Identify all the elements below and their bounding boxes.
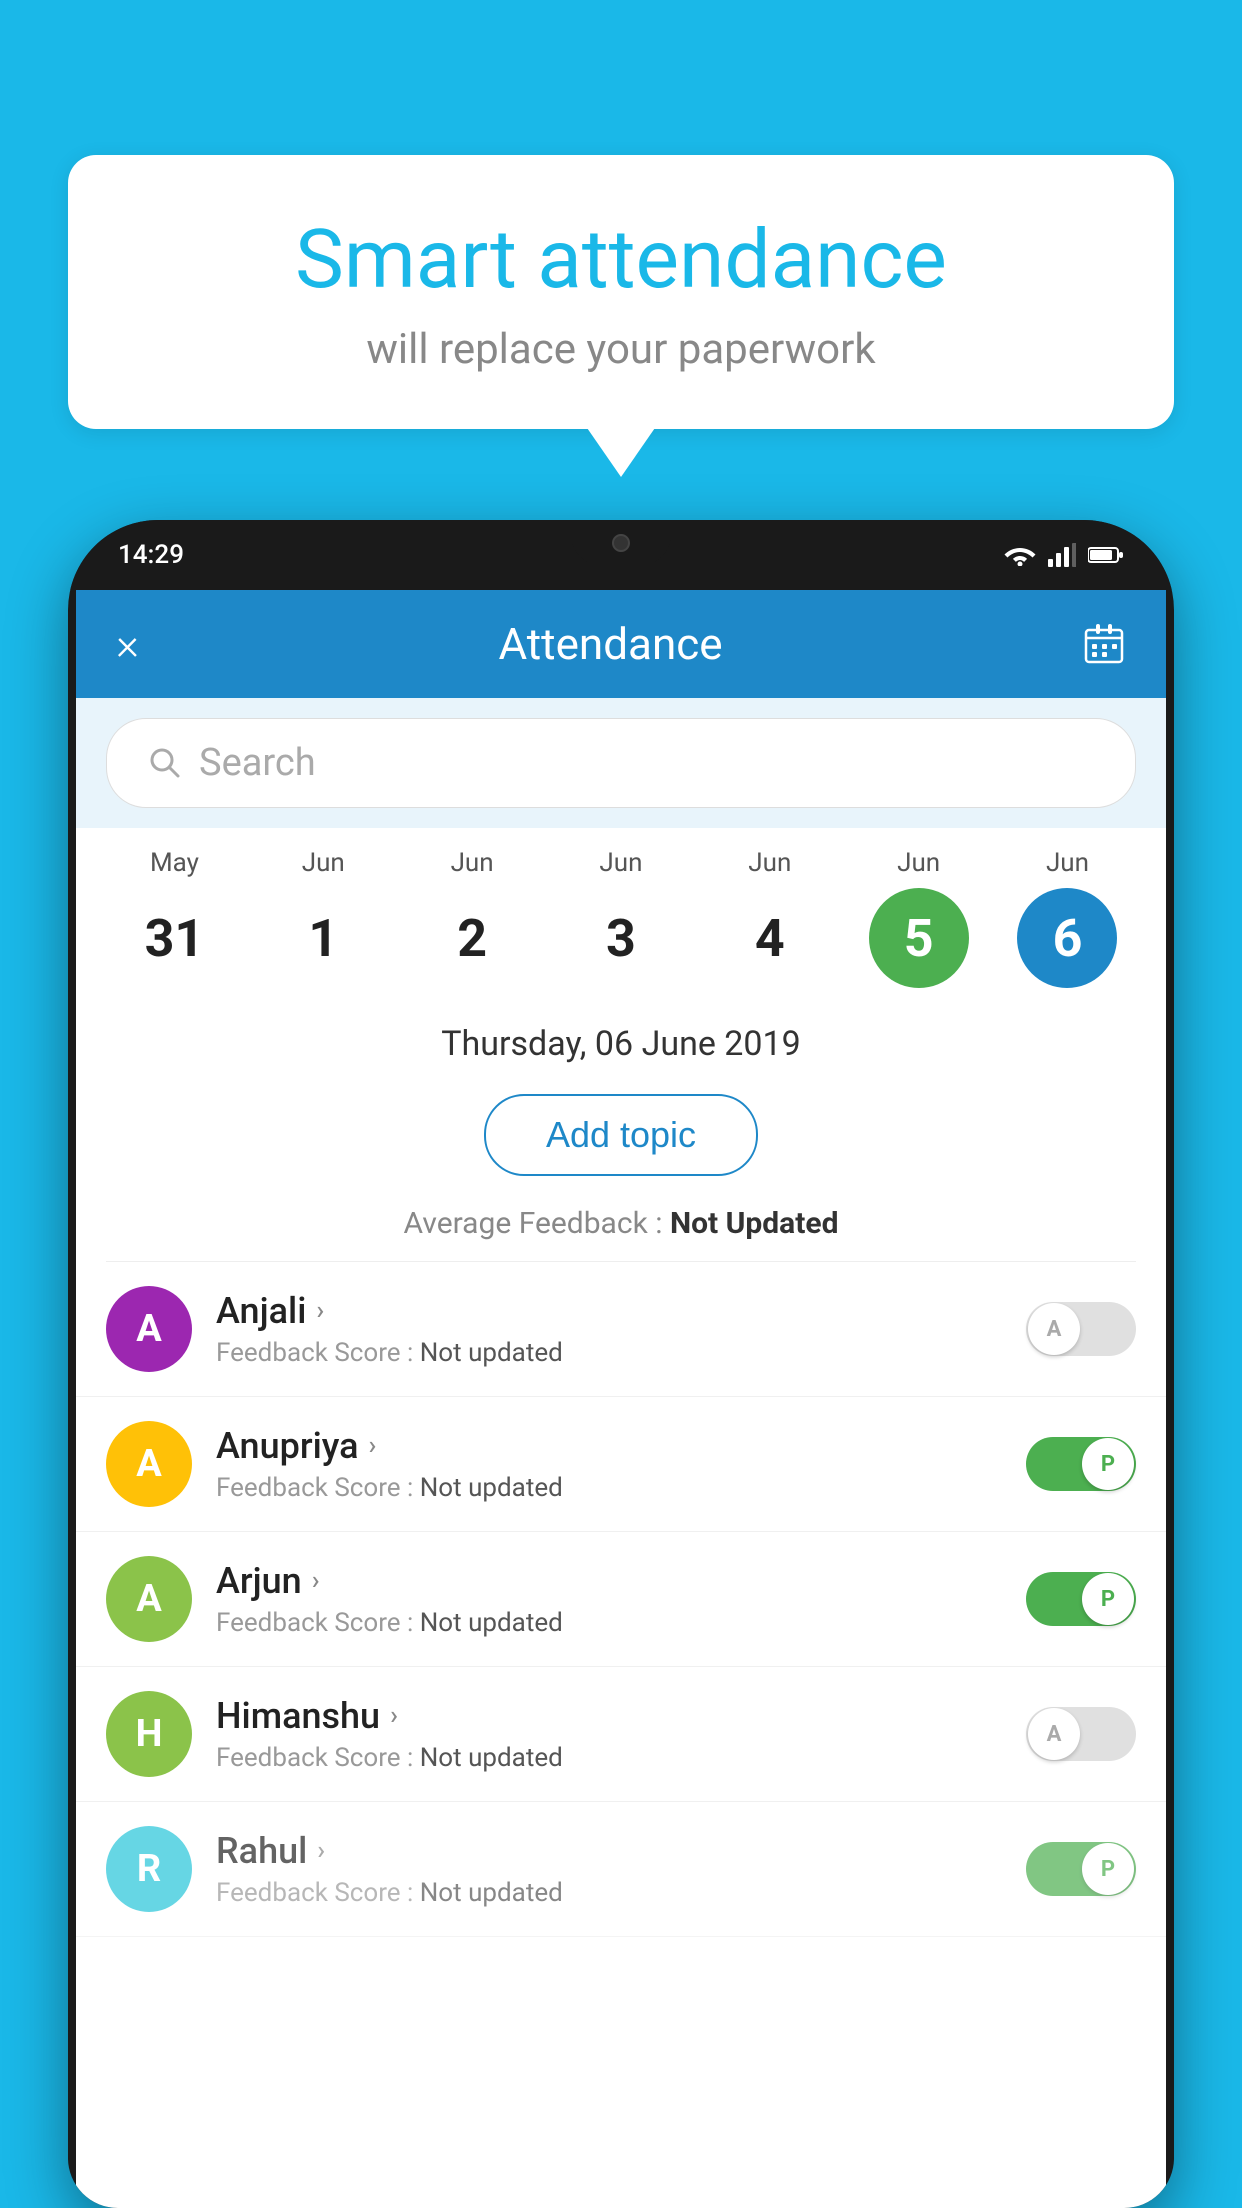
student-name-rahul[interactable]: Rahul › bbox=[216, 1830, 1002, 1872]
toggle-anupriya[interactable]: P bbox=[1026, 1437, 1136, 1491]
search-container: Search bbox=[76, 698, 1166, 828]
speech-bubble-title: Smart attendance bbox=[118, 215, 1124, 305]
chevron-right-icon: › bbox=[312, 1566, 320, 1596]
student-item: R Rahul › Feedback Score : Not updated P bbox=[76, 1802, 1166, 1937]
date-cell-jun4[interactable]: Jun 4 bbox=[710, 848, 830, 988]
toggle-anjali[interactable]: A bbox=[1026, 1302, 1136, 1356]
date-cell-jun2[interactable]: Jun 2 bbox=[412, 848, 532, 988]
student-info-anjali: Anjali › Feedback Score : Not updated bbox=[216, 1290, 1002, 1368]
search-placeholder: Search bbox=[199, 741, 316, 785]
close-button[interactable]: × bbox=[116, 622, 139, 666]
student-feedback-rahul: Feedback Score : Not updated bbox=[216, 1878, 1002, 1908]
status-bar: 14:29 bbox=[68, 520, 1174, 590]
status-icons bbox=[1004, 543, 1124, 567]
chevron-right-icon: › bbox=[390, 1701, 398, 1731]
date-cell-jun6[interactable]: Jun 6 bbox=[1007, 848, 1127, 988]
phone-notch bbox=[571, 520, 671, 565]
wifi-icon bbox=[1004, 544, 1036, 566]
student-name-arjun[interactable]: Arjun › bbox=[216, 1560, 1002, 1602]
calendar-icon[interactable] bbox=[1082, 622, 1126, 666]
status-time: 14:29 bbox=[118, 540, 184, 570]
camera bbox=[612, 534, 630, 552]
date-cell-jun1[interactable]: Jun 1 bbox=[263, 848, 383, 988]
chevron-right-icon: › bbox=[316, 1296, 324, 1326]
speech-bubble-subtitle: will replace your paperwork bbox=[118, 325, 1124, 374]
search-icon bbox=[147, 745, 183, 781]
toggle-himanshu[interactable]: A bbox=[1026, 1707, 1136, 1761]
battery-icon bbox=[1088, 546, 1124, 564]
date-row: May 31 Jun 1 Jun 2 Jun 3 Jun 4 Jun 5 bbox=[76, 828, 1166, 996]
speech-bubble: Smart attendance will replace your paper… bbox=[68, 155, 1174, 429]
student-info-rahul: Rahul › Feedback Score : Not updated bbox=[216, 1830, 1002, 1908]
student-info-arjun: Arjun › Feedback Score : Not updated bbox=[216, 1560, 1002, 1638]
add-topic-container: Add topic bbox=[76, 1076, 1166, 1194]
phone-frame: 14:29 bbox=[68, 520, 1174, 2208]
app-header: × Attendance bbox=[76, 590, 1166, 698]
student-name-himanshu[interactable]: Himanshu › bbox=[216, 1695, 1002, 1737]
signal-icon bbox=[1048, 543, 1076, 567]
student-feedback-arjun: Feedback Score : Not updated bbox=[216, 1608, 1002, 1638]
header-title: Attendance bbox=[498, 618, 722, 670]
student-name-anjali[interactable]: Anjali › bbox=[216, 1290, 1002, 1332]
student-item: A Anjali › Feedback Score : Not updated … bbox=[76, 1262, 1166, 1397]
avatar-rahul: R bbox=[106, 1826, 192, 1912]
student-item: A Anupriya › Feedback Score : Not update… bbox=[76, 1397, 1166, 1532]
phone-screen: × Attendance Search bbox=[76, 590, 1166, 2208]
student-feedback-anjali: Feedback Score : Not updated bbox=[216, 1338, 1002, 1368]
chevron-right-icon: › bbox=[317, 1836, 325, 1866]
avatar-himanshu: H bbox=[106, 1691, 192, 1777]
student-feedback-anupriya: Feedback Score : Not updated bbox=[216, 1473, 1002, 1503]
avatar-arjun: A bbox=[106, 1556, 192, 1642]
search-bar[interactable]: Search bbox=[106, 718, 1136, 808]
student-feedback-himanshu: Feedback Score : Not updated bbox=[216, 1743, 1002, 1773]
student-name-anupriya[interactable]: Anupriya › bbox=[216, 1425, 1002, 1467]
date-cell-jun5[interactable]: Jun 5 bbox=[859, 848, 979, 988]
add-topic-button[interactable]: Add topic bbox=[484, 1094, 758, 1176]
avg-feedback: Average Feedback : Not Updated bbox=[76, 1194, 1166, 1261]
student-item: H Himanshu › Feedback Score : Not update… bbox=[76, 1667, 1166, 1802]
toggle-arjun[interactable]: P bbox=[1026, 1572, 1136, 1626]
toggle-rahul[interactable]: P bbox=[1026, 1842, 1136, 1896]
avg-feedback-label: Average Feedback : Not Updated bbox=[404, 1206, 839, 1241]
avatar-anjali: A bbox=[106, 1286, 192, 1372]
chevron-right-icon: › bbox=[369, 1431, 377, 1461]
selected-date-label: Thursday, 06 June 2019 bbox=[441, 1024, 801, 1064]
date-cell-jun3[interactable]: Jun 3 bbox=[561, 848, 681, 988]
student-item: A Arjun › Feedback Score : Not updated P bbox=[76, 1532, 1166, 1667]
student-info-anupriya: Anupriya › Feedback Score : Not updated bbox=[216, 1425, 1002, 1503]
avatar-anupriya: A bbox=[106, 1421, 192, 1507]
student-info-himanshu: Himanshu › Feedback Score : Not updated bbox=[216, 1695, 1002, 1773]
date-cell-may31[interactable]: May 31 bbox=[114, 848, 234, 988]
selected-date-info: Thursday, 06 June 2019 bbox=[76, 996, 1166, 1076]
